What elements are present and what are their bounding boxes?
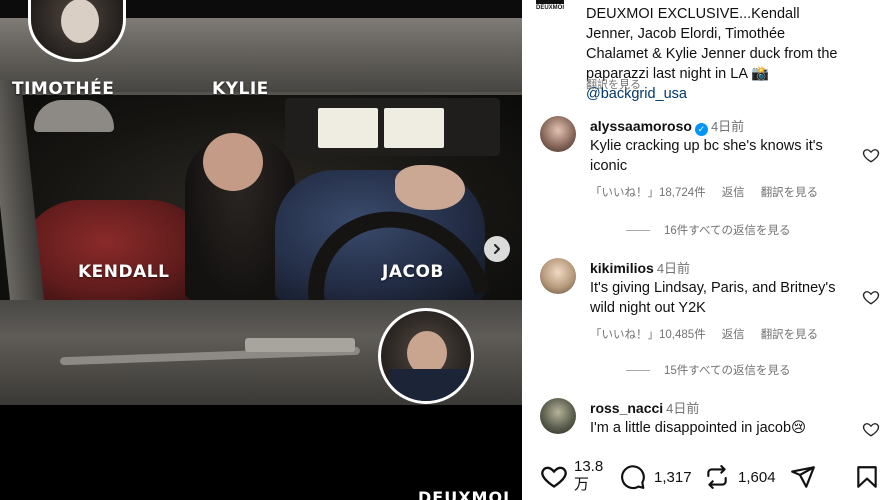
comment-text: Kylie cracking up bc she's knows it's ic… <box>590 138 823 174</box>
comment-item: kikimilios 4日前 It's giving Lindsay, Paris… <box>540 258 880 378</box>
bookmark-icon <box>857 466 877 488</box>
comment-like-heart-icon[interactable] <box>862 146 880 164</box>
caption-translate-link[interactable]: 翻訳を見る <box>586 76 641 92</box>
view-replies-button[interactable]: 15件すべての返信を見る <box>626 362 791 378</box>
comment-translate-link[interactable]: 翻訳を見る <box>761 187 819 199</box>
view-replies-button[interactable]: 16件すべての返信を見る <box>626 222 791 238</box>
repost-count: 1,604 <box>738 468 776 486</box>
comment-like-count[interactable]: 「いいね！」10,485件 <box>590 329 706 341</box>
comment-item: alyssaamoroso ✓ 4日前 Kylie cracking up bc s… <box>540 116 880 238</box>
comment-username[interactable]: kikimilios <box>590 260 654 276</box>
label-kylie: KYLIE <box>212 79 269 99</box>
deuxmoi-watermark: DEUXMOI <box>418 488 511 500</box>
comment-item: ross_nacci 4日前 I'm a little disappointed … <box>540 398 880 444</box>
repost-icon <box>707 465 727 489</box>
avatar[interactable] <box>540 116 576 152</box>
share-button[interactable] <box>790 464 816 490</box>
laughing-face <box>203 133 263 191</box>
comment-count: 1,317 <box>654 468 692 486</box>
save-button[interactable] <box>854 464 880 490</box>
chevron-right-icon <box>494 244 500 254</box>
person-red-jacket <box>20 200 210 305</box>
post-side-panel: DEUXMOI DEUXMOI EXCLUSIVE...Kendall Jenn… <box>522 0 888 500</box>
post-action-bar: 13.8 万 1,317 1,604 <box>540 458 880 500</box>
like-count: 13.8 <box>574 458 604 475</box>
label-kendall: KENDALL <box>78 262 170 282</box>
comment-translate-link[interactable]: 翻訳を見る <box>761 329 819 341</box>
comment-reply-button[interactable]: 返信 <box>722 329 745 341</box>
next-slide-button[interactable] <box>484 236 510 262</box>
comment-username[interactable]: ross_nacci <box>590 400 663 416</box>
caption-text: DEUXMOI EXCLUSIVE...Kendall Jenner, Jaco… <box>586 6 838 82</box>
comment-username[interactable]: alyssaamoroso <box>590 118 692 134</box>
comment-button[interactable]: 1,317 <box>620 464 692 490</box>
like-button[interactable]: 13.8 万 <box>540 458 603 494</box>
comment-reply-button[interactable]: 返信 <box>722 187 745 199</box>
like-count-unit: 万 <box>574 476 590 493</box>
verified-badge-icon: ✓ <box>694 123 708 136</box>
repost-button[interactable]: 1,604 <box>704 464 776 490</box>
comment-time[interactable]: 4日前 <box>711 119 744 134</box>
comment-like-heart-icon[interactable] <box>862 288 880 306</box>
share-icon <box>791 466 815 488</box>
comment-time[interactable]: 4日前 <box>657 261 690 276</box>
comment-text: I'm a little disappointed in jacob😢 <box>590 420 807 436</box>
avatar[interactable] <box>540 398 576 434</box>
comment-icon <box>621 465 645 490</box>
instagram-post-view: TIMOTHÉE KYLIE KENDALL JACOB DEUXMOI DEU… <box>0 0 888 500</box>
raised-hand <box>395 165 465 210</box>
post-media[interactable]: TIMOTHÉE KYLIE KENDALL JACOB DEUXMOI <box>0 0 522 500</box>
label-jacob: JACOB <box>382 262 444 282</box>
comment-time[interactable]: 4日前 <box>666 401 699 416</box>
account-logo[interactable]: DEUXMOI <box>536 0 586 16</box>
label-timothee: TIMOTHÉE <box>12 79 115 99</box>
jacob-inset-photo <box>378 308 474 404</box>
comment-like-count[interactable]: 「いいね！」18,724件 <box>590 187 706 199</box>
avatar[interactable] <box>540 258 576 294</box>
comment-text: It's giving Lindsay, Paris, and Britney'… <box>590 280 836 316</box>
heart-icon <box>541 466 567 488</box>
comment-like-heart-icon[interactable] <box>862 420 880 438</box>
